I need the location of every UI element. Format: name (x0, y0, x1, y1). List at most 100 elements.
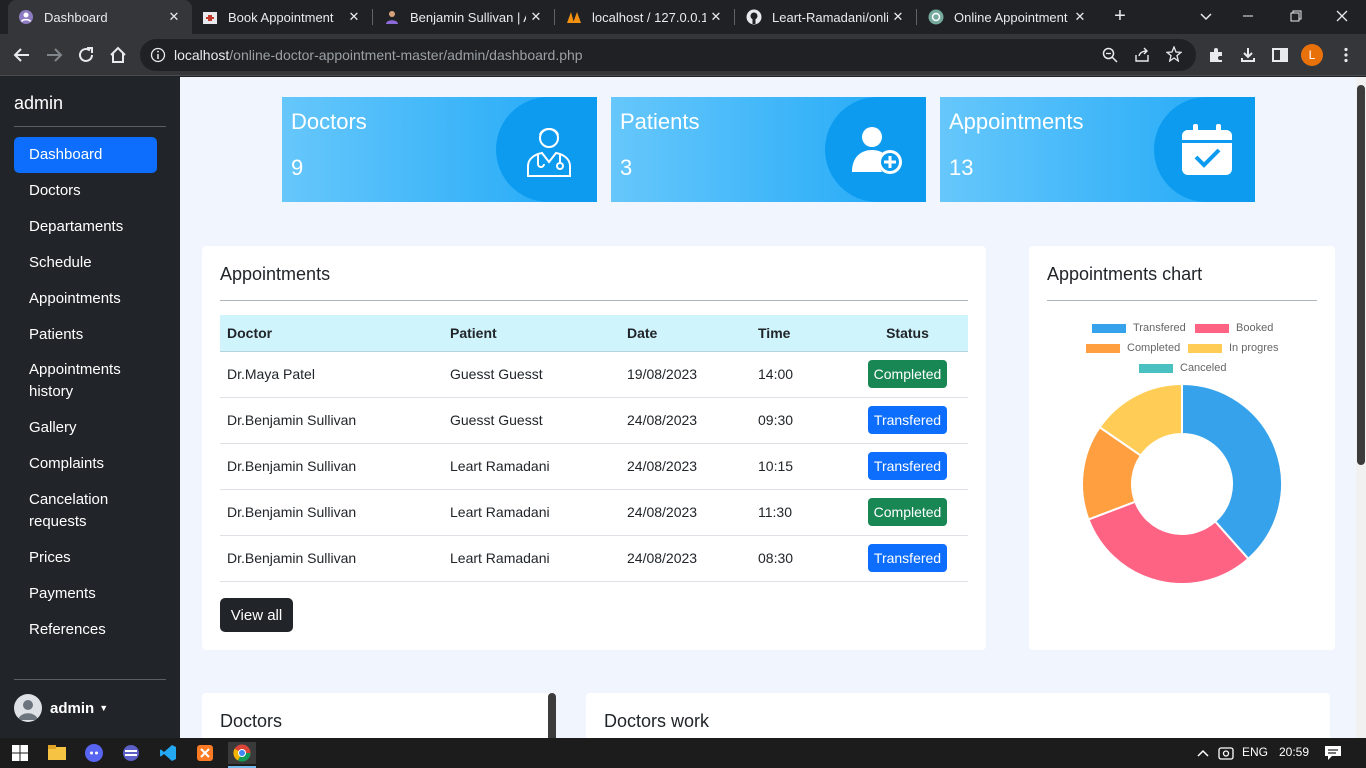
back-icon[interactable] (9, 42, 35, 68)
app-favicon-icon (18, 9, 34, 25)
appointments-chart-card: Appointments chart Transfered Booked Com… (1029, 246, 1335, 650)
address-bar[interactable]: localhost/online-doctor-appointment-mast… (140, 39, 1196, 71)
sidebar-item-cancelation-requests[interactable]: Cancelation requests (14, 489, 124, 533)
site-info-icon[interactable] (150, 47, 166, 68)
sidebar-item-appointments-history[interactable]: Appointments history (14, 359, 134, 403)
sidebar-brand[interactable]: admin (14, 93, 63, 114)
calendar-check-icon (1154, 97, 1255, 202)
close-icon[interactable]: ✕ (706, 9, 726, 25)
chrome-icon[interactable] (228, 742, 256, 764)
card-scrollbar[interactable] (548, 693, 556, 738)
legend-swatch (1139, 363, 1173, 373)
screen-capture-icon[interactable] (1215, 742, 1237, 764)
close-icon[interactable]: ✕ (1070, 9, 1090, 25)
phpmyadmin-icon (566, 9, 582, 25)
tab-dashboard[interactable]: Dashboard ✕ (8, 0, 192, 34)
browser-toolbar: localhost/online-doctor-appointment-mast… (0, 34, 1366, 76)
clock[interactable]: 20:59 (1279, 745, 1309, 759)
extensions-icon[interactable] (1203, 42, 1229, 68)
share-icon[interactable] (1134, 47, 1150, 68)
sidebar-item-departaments[interactable]: Departaments (14, 216, 157, 238)
sidebar-divider (14, 679, 166, 680)
zoom-icon[interactable] (1102, 47, 1118, 68)
minimize-icon[interactable] (1238, 6, 1258, 26)
scrollbar-thumb[interactable] (1357, 85, 1365, 465)
vscode-icon[interactable] (157, 742, 179, 764)
file-explorer-icon[interactable] (46, 742, 68, 764)
tab-book-appointment[interactable]: Book Appointment ✕ (192, 0, 372, 34)
caret-down-icon: ▼ (99, 703, 109, 713)
legend-label: Booked (1236, 322, 1274, 334)
legend-item[interactable]: Booked (1195, 322, 1273, 334)
donut-chart[interactable] (1077, 379, 1287, 589)
page-scrollbar[interactable] (1356, 77, 1366, 738)
tab-chatgpt[interactable]: Online Appointment S ✕ (918, 0, 1098, 34)
notifications-icon[interactable] (1322, 742, 1344, 764)
sidebar-item-references[interactable]: References (14, 619, 157, 641)
tab-separator (734, 9, 735, 25)
legend-swatch (1092, 323, 1126, 333)
doctors-card: Doctors (202, 693, 556, 738)
close-icon[interactable]: ✕ (888, 9, 908, 25)
patient-cell: Leart Ramadani (443, 535, 620, 582)
doctor-icon (496, 97, 597, 202)
stat-card-doctors[interactable]: Doctors 9 (282, 97, 597, 202)
close-icon[interactable]: ✕ (526, 9, 546, 25)
tab-benjamin-sullivan[interactable]: Benjamin Sullivan | Ap ✕ (374, 0, 554, 34)
restore-icon[interactable] (1286, 6, 1306, 26)
profile-avatar[interactable]: L (1299, 42, 1325, 68)
browser-tab-bar: Dashboard ✕ Book Appointment ✕ Benjamin … (0, 0, 1366, 34)
forward-icon[interactable] (41, 42, 67, 68)
home-icon[interactable] (105, 42, 131, 68)
new-tab-icon[interactable]: + (1110, 6, 1130, 26)
patient-cell: Leart Ramadani (443, 443, 620, 490)
legend-item[interactable]: Completed (1086, 342, 1180, 354)
stat-card-appointments[interactable]: Appointments 13 (940, 97, 1255, 202)
media-app-icon[interactable] (120, 742, 142, 764)
sidebar-item-doctors[interactable]: Doctors (14, 180, 157, 202)
appointments-table: Doctor Patient Date Time Status Dr.Maya … (220, 315, 968, 582)
xampp-icon[interactable] (194, 742, 216, 764)
download-icon[interactable] (1235, 42, 1261, 68)
table-row: Dr.Benjamin Sullivan Leart Ramadani 24/0… (220, 489, 968, 536)
doctor-favicon-icon (384, 9, 400, 25)
sidebar-item-appointments[interactable]: Appointments (14, 288, 157, 310)
user-menu[interactable]: admin ▼ (14, 694, 108, 722)
legend-item[interactable]: Canceled (1139, 362, 1226, 374)
legend-item[interactable]: In progres (1188, 342, 1279, 354)
doctor-cell: Dr.Benjamin Sullivan (220, 489, 443, 536)
doctor-cell: Dr.Benjamin Sullivan (220, 397, 443, 444)
sidebar-item-dashboard[interactable]: Dashboard (14, 137, 157, 173)
chevron-up-icon[interactable] (1192, 742, 1214, 764)
side-panel-icon[interactable] (1267, 42, 1293, 68)
sidebar-item-gallery[interactable]: Gallery (14, 417, 157, 439)
sidebar-item-prices[interactable]: Prices (14, 547, 157, 569)
sidebar-item-payments[interactable]: Payments (14, 583, 157, 605)
discord-icon[interactable] (83, 742, 105, 764)
close-window-icon[interactable] (1332, 6, 1352, 26)
close-icon[interactable]: ✕ (164, 9, 184, 25)
legend-item[interactable]: Transfered (1092, 322, 1186, 334)
legend-swatch (1188, 343, 1222, 353)
sidebar-item-patients[interactable]: Patients (14, 324, 157, 346)
reload-icon[interactable] (73, 42, 99, 68)
tab-separator (554, 9, 555, 25)
view-all-button[interactable]: View all (220, 598, 293, 632)
tab-search-icon[interactable] (1196, 6, 1216, 26)
sidebar-item-schedule[interactable]: Schedule (14, 252, 157, 274)
language-indicator[interactable]: ENG (1242, 745, 1268, 759)
status-badge: Transfered (867, 452, 948, 480)
close-icon[interactable]: ✕ (344, 9, 364, 25)
tab-github[interactable]: Leart-Ramadani/onlin ✕ (736, 0, 916, 34)
menu-dots-icon[interactable] (1333, 42, 1359, 68)
windows-start-icon[interactable] (9, 742, 31, 764)
bookmark-star-icon[interactable] (1165, 45, 1183, 67)
time-cell: 08:30 (751, 535, 847, 582)
stat-card-patients[interactable]: Patients 3 (611, 97, 926, 202)
hospital-icon (202, 9, 218, 25)
tab-phpmyadmin[interactable]: localhost / 127.0.0.1 / ✕ (556, 0, 734, 34)
card-title: Doctors (220, 711, 283, 731)
date-cell: 24/08/2023 (620, 443, 751, 490)
main-content: Doctors 9 Patients 3 Appointments 13 App… (180, 77, 1356, 738)
sidebar-item-complaints[interactable]: Complaints (14, 453, 157, 475)
